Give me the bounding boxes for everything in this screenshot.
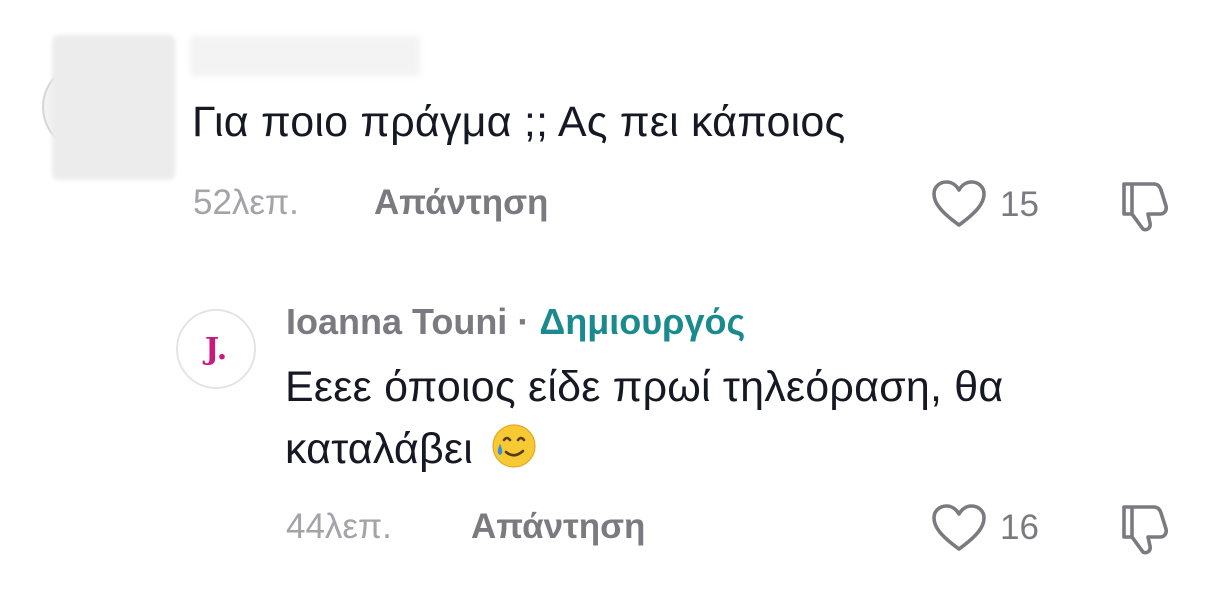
smiling-face-with-tear-icon bbox=[491, 423, 537, 469]
comment-text: Για ποιο πράγμα ;; Ας πει κάποιος bbox=[192, 98, 846, 146]
heart-outline-icon bbox=[932, 180, 986, 227]
avatar[interactable]: J. bbox=[176, 309, 256, 389]
like-button[interactable] bbox=[931, 503, 987, 558]
like-count: 15 bbox=[1000, 185, 1039, 224]
comment-text-line1: Εεεε όποιος είδε πρωί τηλεόραση, θα bbox=[285, 363, 1004, 411]
dislike-button[interactable] bbox=[1118, 501, 1176, 562]
username-redacted bbox=[190, 36, 420, 76]
heart-outline-icon bbox=[932, 504, 986, 551]
creator-badge: Δημιουργός bbox=[539, 301, 746, 342]
author-name[interactable]: Ioanna Touni bbox=[286, 301, 507, 342]
comment-text-line2-wrap: καταλάβει bbox=[285, 419, 537, 479]
avatar-redacted bbox=[52, 35, 175, 180]
dislike-button[interactable] bbox=[1118, 178, 1176, 239]
author-line: Ioanna Touni · Δημιουργός bbox=[286, 298, 745, 346]
separator-dot: · bbox=[517, 301, 530, 342]
thumbs-down-outline-icon bbox=[1122, 505, 1168, 555]
like-count: 16 bbox=[1000, 508, 1039, 547]
comment-text-line2: καταλάβει bbox=[285, 425, 474, 473]
avatar-logo-letter: J. bbox=[204, 331, 228, 367]
reply-button[interactable]: Απάντηση bbox=[471, 507, 645, 547]
like-button[interactable] bbox=[931, 179, 987, 234]
comments-panel: Για ποιο πράγμα ;; Ας πει κάποιος 52λεπ.… bbox=[0, 0, 1220, 591]
comment-time: 44λεπ. bbox=[286, 507, 392, 546]
reply-button[interactable]: Απάντηση bbox=[374, 183, 548, 223]
thumbs-down-outline-icon bbox=[1122, 182, 1168, 232]
comment-time: 52λεπ. bbox=[193, 183, 299, 222]
